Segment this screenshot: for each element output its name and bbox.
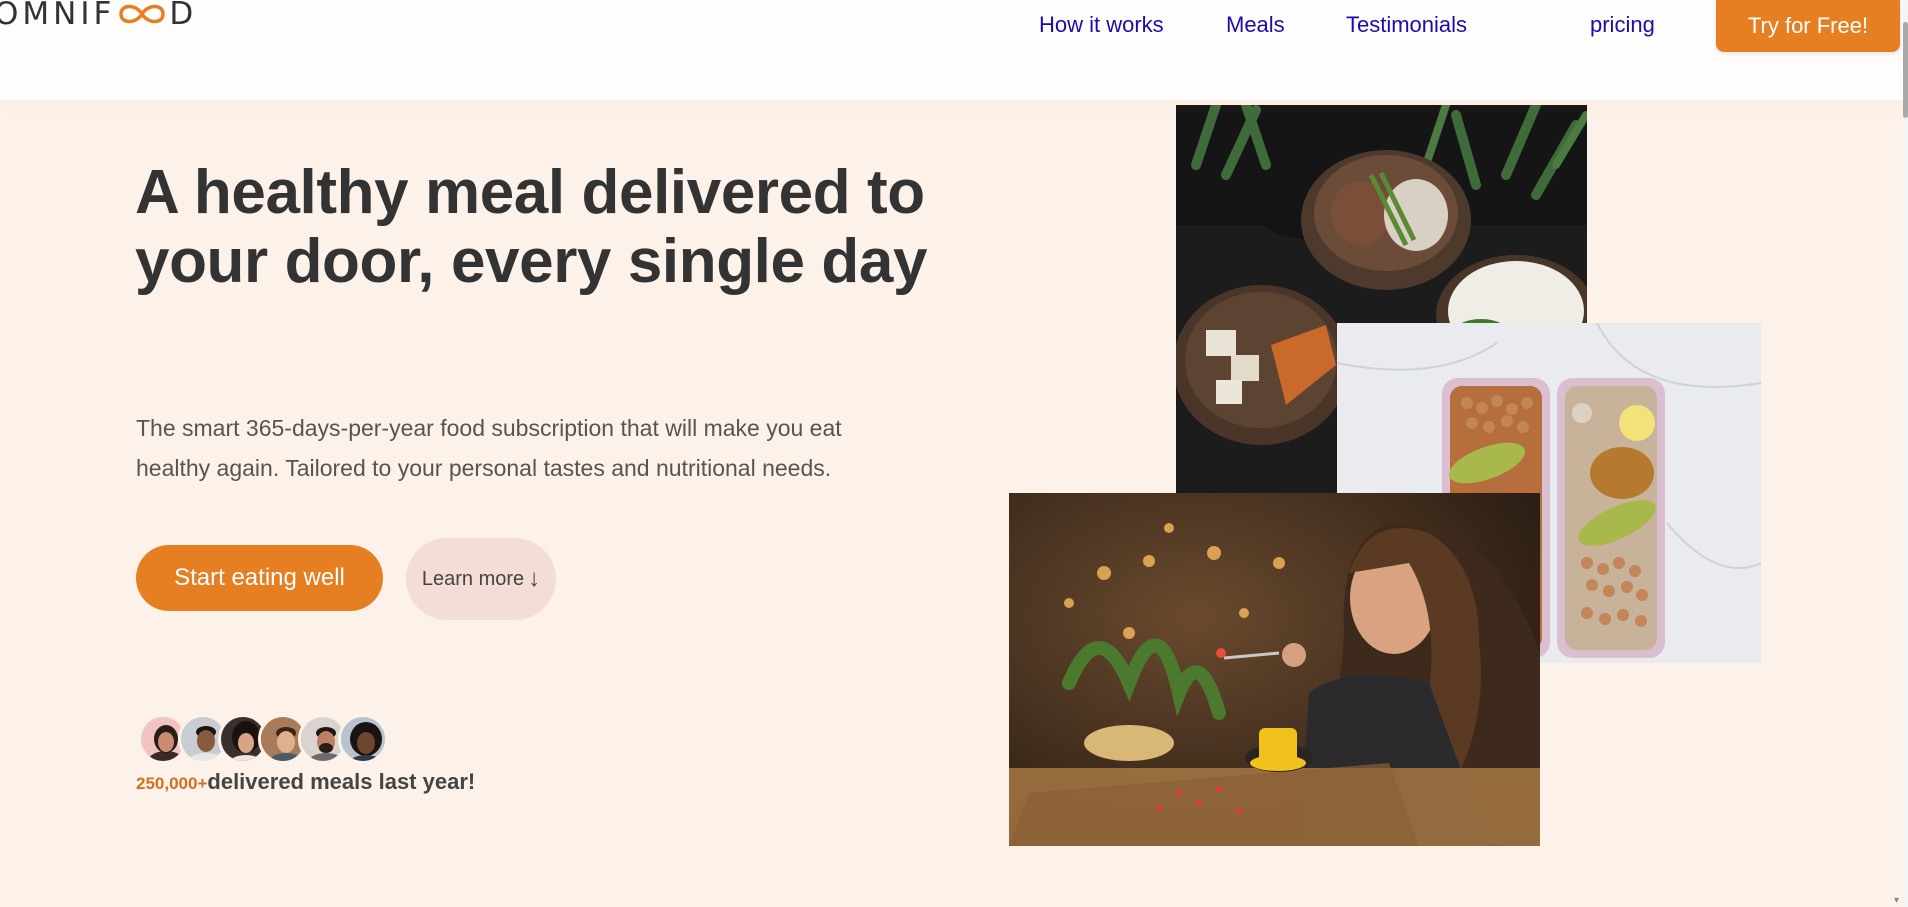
- woman-eating-photo: [1009, 493, 1540, 846]
- infinity-logo-icon: [119, 4, 166, 24]
- delivered-text: delivered meals last year!: [207, 769, 476, 794]
- logo[interactable]: OMNIF D: [0, 0, 198, 32]
- scroll-down-arrow-icon[interactable]: ▾: [1894, 895, 1908, 907]
- avatar: [338, 714, 388, 764]
- delivered-count: 250,000+: [136, 774, 208, 793]
- hero-description: The smart 365-days-per-year food subscri…: [136, 415, 842, 481]
- logo-text-prefix: OMNIF: [0, 0, 116, 32]
- logo-text-suffix: D: [169, 0, 198, 32]
- nav-link-pricing[interactable]: pricing: [1590, 12, 1655, 38]
- page-scrollbar[interactable]: [1903, 0, 1908, 907]
- nav-link-testimonials[interactable]: Testimonials: [1346, 12, 1467, 38]
- learn-more-label: Learn more: [421, 567, 525, 590]
- try-for-free-button[interactable]: Try for Free!: [1716, 0, 1900, 52]
- start-eating-well-button[interactable]: Start eating well: [136, 545, 383, 611]
- delivered-meals-stat: 250,000+delivered meals last year!: [136, 769, 475, 795]
- page-header: OMNIF D How it works Meals Testimonials …: [0, 0, 1908, 100]
- hero-title: A healthy meal delivered to your door, e…: [135, 158, 928, 296]
- nav-link-meals[interactable]: Meals: [1226, 12, 1285, 38]
- learn-more-button[interactable]: Learn more ↓: [406, 538, 556, 620]
- nav-link-how-it-works[interactable]: How it works: [1039, 12, 1164, 38]
- arrow-down-icon: ↓: [528, 565, 541, 592]
- scrollbar-thumb[interactable]: [1903, 22, 1908, 118]
